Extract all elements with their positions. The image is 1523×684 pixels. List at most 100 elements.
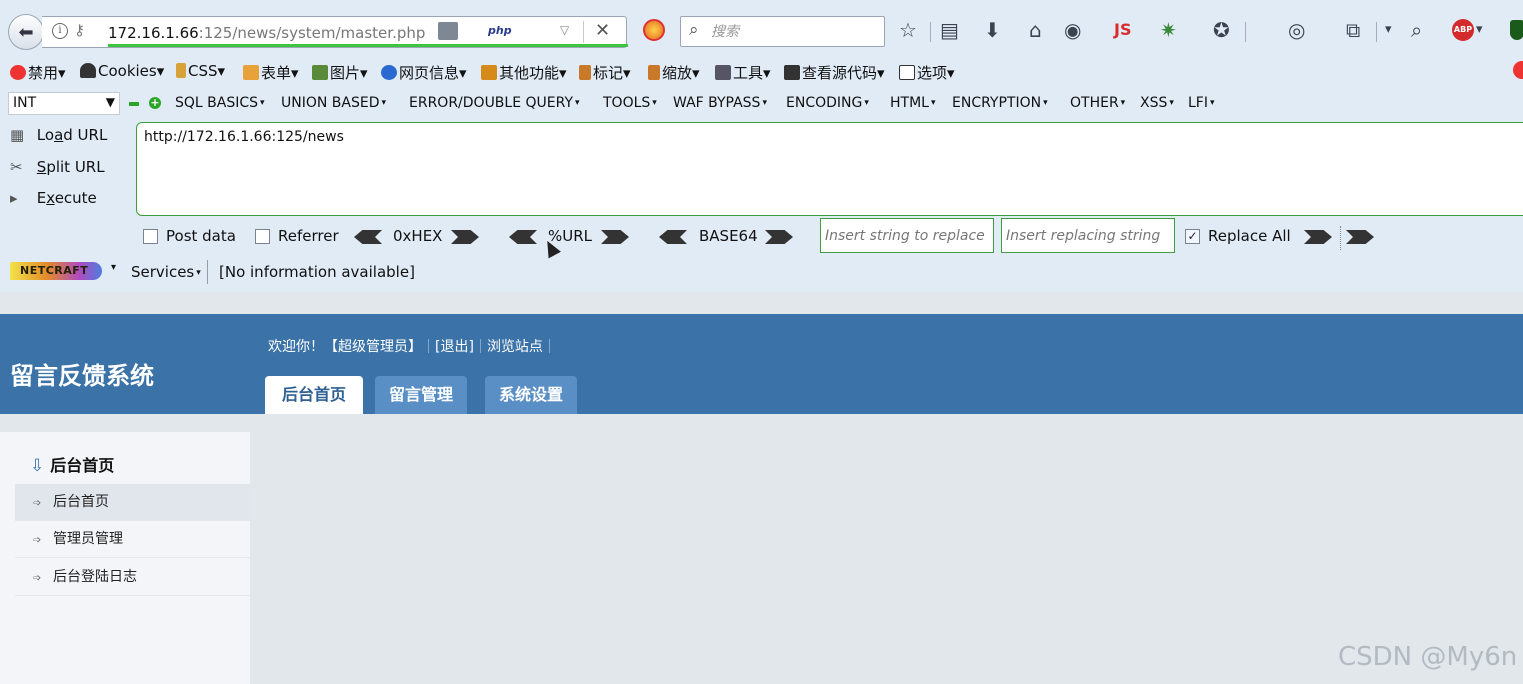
page-load-progress: [108, 44, 628, 47]
menu-page-info[interactable]: 网页信息▾: [381, 62, 467, 83]
base64-encode-icon[interactable]: [765, 230, 793, 244]
replace-all-checkbox[interactable]: ✓: [1185, 229, 1200, 244]
hackbar-menu-tools[interactable]: TOOLS: [603, 95, 657, 111]
window-icon[interactable]: ⧉: [1346, 17, 1360, 43]
menu-resize[interactable]: 缩放▾: [648, 62, 700, 83]
replace-execute-icon[interactable]: [1304, 230, 1332, 244]
replace-next-icon[interactable]: [1346, 230, 1374, 244]
proxy-icon[interactable]: ✷: [1160, 17, 1177, 43]
adblock-dropdown-icon[interactable]: ▾: [1476, 17, 1483, 43]
logout-link[interactable]: [退出]: [435, 339, 474, 355]
menu-cookies[interactable]: Cookies▾: [80, 62, 164, 80]
execute-accesskey: x: [46, 189, 55, 207]
hackbar-menu-html[interactable]: HTML: [890, 95, 936, 111]
error-status-icon[interactable]: [1513, 61, 1523, 79]
welcome-separator: [428, 339, 429, 353]
browse-site-link[interactable]: 浏览站点: [487, 339, 543, 355]
menu-forms[interactable]: 表单▾: [243, 62, 299, 83]
load-url-label-rest: d URL: [63, 126, 108, 144]
post-data-checkbox[interactable]: [143, 229, 158, 244]
plus-icon[interactable]: +: [149, 97, 161, 109]
addon-globe-icon[interactable]: ◉: [1064, 17, 1081, 43]
menu-dropdown-icon[interactable]: ▾: [1385, 17, 1392, 43]
hackbar-url-input[interactable]: http://172.16.1.66:125/news: [136, 122, 1523, 216]
split-url-button[interactable]: ✂ Split URL: [10, 158, 105, 176]
referrer-label: Referrer: [278, 227, 339, 245]
tab-settings[interactable]: 系统设置: [485, 376, 578, 414]
menu-label: CSS: [188, 62, 218, 80]
menu-misc[interactable]: 其他功能▾: [481, 62, 567, 83]
download-icon[interactable]: ⬇: [984, 17, 1001, 43]
netcraft-info: [No information available]: [219, 263, 415, 281]
sidebar-item-admin-management[interactable]: ➩ 管理员管理: [15, 521, 250, 558]
hackbar-menu-xss[interactable]: XSS: [1140, 95, 1174, 111]
address-bar[interactable]: i ⚷ 172.16.1.66:125/news/system/master.p…: [42, 16, 628, 48]
php-badge[interactable]: php: [488, 24, 512, 37]
address-separator: [583, 21, 584, 43]
hex-decode-icon[interactable]: [354, 230, 382, 244]
info-icon[interactable]: i: [52, 23, 68, 39]
minus-icon[interactable]: [129, 102, 139, 106]
menu-tools[interactable]: 工具▾: [715, 62, 771, 83]
hex-encode-icon[interactable]: [451, 230, 479, 244]
cookie-icon[interactable]: ✪: [1213, 17, 1230, 43]
toolbar-separator: [1376, 22, 1377, 42]
tab-messages[interactable]: 留言管理: [375, 376, 468, 414]
replace-from-input[interactable]: [820, 218, 994, 253]
netcraft-dropdown-icon[interactable]: ▾: [111, 262, 116, 273]
hackbar-toolbar: INT ▼ + SQL BASICS UNION BASED ERROR/DOUB…: [0, 88, 1523, 118]
search-box[interactable]: ⌕: [680, 16, 885, 47]
tab-dashboard[interactable]: 后台首页: [265, 376, 363, 414]
netcraft-logo[interactable]: NETCRAFT: [10, 262, 102, 280]
back-button[interactable]: ⬅: [8, 14, 44, 50]
navigation-toolbar: ⬅ i ⚷ 172.16.1.66:125/news/system/master…: [0, 8, 1523, 52]
type-select[interactable]: INT ▼: [8, 92, 120, 115]
shield-icon[interactable]: [1510, 20, 1523, 40]
eye-icon[interactable]: ◎: [1288, 17, 1305, 43]
adblock-icon[interactable]: ABP: [1452, 19, 1474, 41]
referrer-checkbox[interactable]: [255, 229, 270, 244]
dropdown-icon[interactable]: ▽: [560, 23, 569, 37]
hex-label: 0xHEX: [393, 227, 443, 245]
printer-icon[interactable]: [438, 22, 458, 40]
sidebar-item-dashboard[interactable]: ➩ 后台首页: [15, 484, 250, 521]
menu-images[interactable]: 图片▾: [312, 62, 368, 83]
hackbar-menu-sql-basics[interactable]: SQL BASICS: [175, 95, 265, 111]
hackbar-menu-union-based[interactable]: UNION BASED: [281, 95, 386, 111]
menu-disable[interactable]: 禁用▾: [10, 62, 66, 83]
sidebar-title: ⇩ 后台首页: [30, 452, 114, 476]
welcome-separator: [479, 339, 481, 353]
close-icon[interactable]: ✕: [595, 20, 610, 41]
bookmark-star-icon[interactable]: ☆: [899, 17, 917, 43]
menu-css[interactable]: CSS▾: [176, 62, 225, 80]
menu-outline[interactable]: 标记▾: [579, 62, 631, 83]
reading-list-icon[interactable]: ▤: [940, 17, 959, 43]
load-url-label: Lo: [36, 126, 55, 144]
noscript-icon[interactable]: [643, 19, 665, 41]
hackbar-menu-lfi[interactable]: LFI: [1188, 95, 1215, 111]
menu-view-source[interactable]: 查看源代码▾: [784, 62, 885, 83]
hackbar-menu-encoding[interactable]: ENCODING: [786, 95, 869, 111]
hackbar-menu-error-double-query[interactable]: ERROR/DOUBLE QUERY: [409, 95, 580, 111]
js-toggle-icon[interactable]: JS: [1114, 17, 1131, 43]
base64-decode-icon[interactable]: [659, 230, 687, 244]
hackbar-menu-other[interactable]: OTHER: [1070, 95, 1125, 111]
hackbar-menu-encryption[interactable]: ENCRYPTION: [952, 95, 1048, 111]
menu-options[interactable]: 选项▾: [899, 62, 955, 83]
search-icon: ⌕: [689, 20, 699, 40]
hackbar-menu-waf-bypass[interactable]: WAF BYPASS: [673, 95, 767, 111]
arrow-right-icon: ➩: [33, 573, 42, 584]
execute-button[interactable]: ▸ Execute: [10, 189, 97, 207]
netcraft-services-menu[interactable]: Services: [131, 263, 201, 281]
home-icon[interactable]: ⌂: [1029, 17, 1042, 43]
zoom-icon[interactable]: ⌕: [1411, 17, 1422, 43]
url-encode-icon[interactable]: [601, 230, 629, 244]
url-decode-icon[interactable]: [509, 230, 537, 244]
sidebar-item-login-log[interactable]: ➩ 后台登陆日志: [15, 559, 250, 596]
search-input[interactable]: [711, 21, 871, 43]
load-url-button[interactable]: ▦ Load URL: [10, 126, 107, 144]
address-text[interactable]: 172.16.1.66:125/news/system/master.php: [108, 24, 425, 42]
replace-to-input[interactable]: [1001, 218, 1175, 253]
load-url-accesskey: a: [54, 126, 64, 144]
disable-icon: [10, 65, 26, 80]
